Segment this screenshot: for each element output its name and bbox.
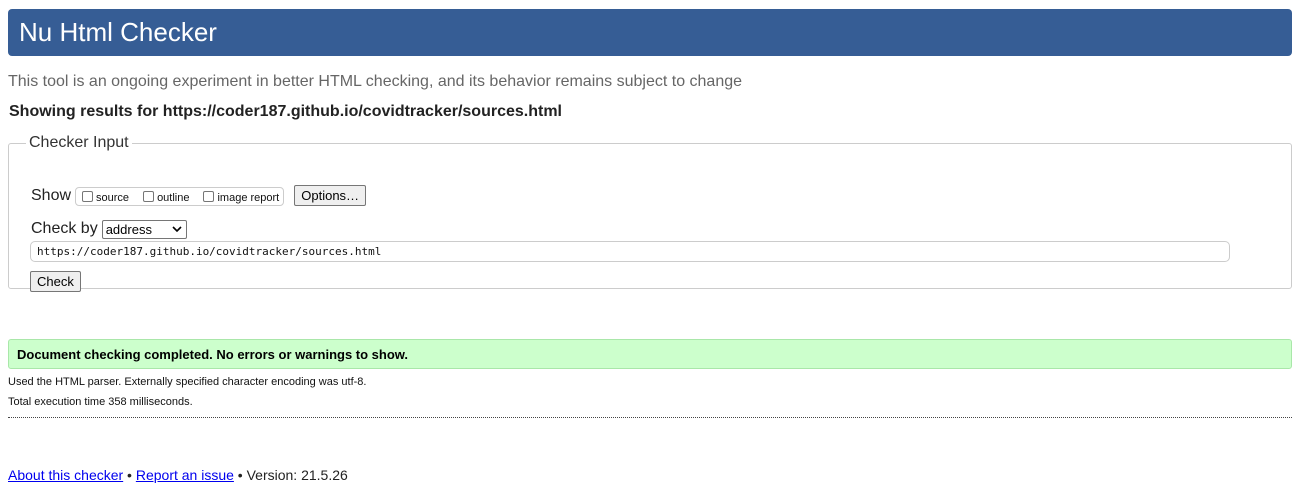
execution-time: Total execution time 358 milliseconds. [8, 396, 193, 408]
footer: About this checker • Report an issue • V… [8, 466, 348, 484]
outline-checkbox-label[interactable]: outline [157, 192, 189, 204]
source-checkbox-label[interactable]: source [96, 192, 129, 204]
success-message: Document checking completed. No errors o… [17, 347, 409, 362]
url-input[interactable]: https://coder187.github.io/covidtracker/… [30, 241, 1230, 262]
check-button[interactable]: Check [30, 271, 81, 292]
show-row: Show source outline image report Options… [31, 185, 367, 206]
show-options-group: source outline image report [75, 187, 285, 206]
image-report-checkbox[interactable] [203, 191, 215, 202]
outline-checkbox[interactable] [143, 191, 155, 202]
report-issue-link[interactable]: Report an issue [136, 467, 234, 483]
check-by-row: Check by address [31, 218, 187, 239]
image-report-checkbox-label[interactable]: image report [217, 192, 279, 204]
parser-info: Used the HTML parser. Externally specifi… [8, 376, 367, 388]
about-link[interactable]: About this checker [8, 467, 123, 483]
showing-results-heading: Showing results for https://coder187.git… [9, 103, 562, 120]
options-button[interactable]: Options… [294, 185, 367, 206]
checker-input-fieldset: Checker Input Show source outline image … [8, 134, 1292, 292]
intro-text: This tool is an ongoing experiment in be… [8, 73, 743, 90]
source-checkbox[interactable] [82, 191, 94, 202]
check-by-select-value: address [105, 222, 152, 237]
success-message-box: Document checking completed. No errors o… [8, 339, 1292, 369]
header-bar: Nu Html Checker [8, 9, 1292, 56]
checker-input-legend: Checker Input [29, 134, 129, 151]
page: Nu Html Checker This tool is an ongoing … [0, 0, 1292, 495]
divider [8, 417, 1292, 418]
show-label: Show [31, 186, 72, 204]
check-by-label: Check by [31, 219, 98, 237]
page-title: Nu Html Checker [19, 17, 217, 47]
version-text: • Version: 21.5.26 [233, 467, 348, 483]
footer-separator: • [123, 467, 136, 483]
chevron-down-icon [172, 226, 182, 233]
check-by-select[interactable]: address [101, 220, 187, 239]
